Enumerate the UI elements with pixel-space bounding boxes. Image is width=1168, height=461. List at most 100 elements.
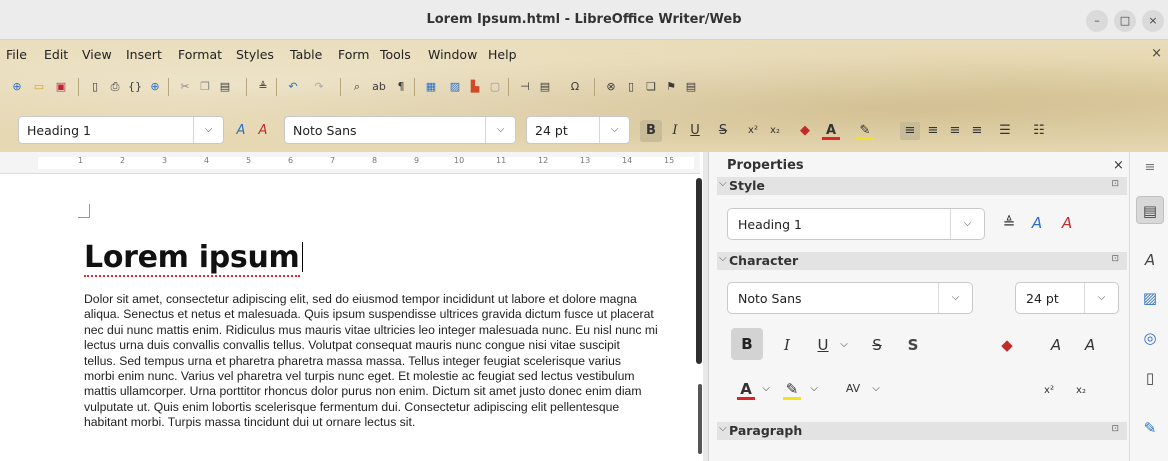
heading-text[interactable]: Lorem ipsum bbox=[84, 240, 300, 277]
more-options-icon[interactable]: ⊡ bbox=[1111, 424, 1119, 434]
sidebar-style-combo[interactable]: Heading 1 ⌵ bbox=[727, 208, 985, 240]
sidebar-font-name-combo[interactable]: Noto Sans ⌵ bbox=[727, 282, 973, 314]
chevron-down-icon[interactable]: ⌵ bbox=[599, 117, 629, 143]
clone-formatting-icon[interactable]: ≜ bbox=[254, 78, 272, 96]
highlight-color-icon[interactable]: ✎ bbox=[856, 122, 874, 140]
document-heading[interactable]: Lorem ipsum bbox=[84, 240, 303, 277]
clear-formatting-icon[interactable]: ◆ bbox=[997, 334, 1017, 356]
bold-button[interactable]: B bbox=[640, 120, 662, 142]
shrink-font-icon[interactable]: A bbox=[1081, 334, 1099, 356]
character-panel-header[interactable]: ⌵ Character ⊡ bbox=[717, 252, 1127, 270]
sidebar-shadow-button[interactable]: S bbox=[905, 334, 921, 356]
bullet-list-icon[interactable]: ☰ bbox=[994, 122, 1016, 140]
chevron-down-icon[interactable]: ⌵ bbox=[485, 117, 515, 143]
body-line[interactable]: morbi enim nunc. Varius vel pharetra vel… bbox=[84, 369, 696, 384]
strikethrough-button[interactable]: S bbox=[716, 122, 730, 140]
clone-style-icon[interactable]: ≜ bbox=[999, 212, 1019, 234]
chevron-down-icon[interactable]: ⌵ bbox=[837, 334, 851, 356]
menu-edit[interactable]: Edit bbox=[44, 47, 68, 62]
menu-format[interactable]: Format bbox=[178, 47, 222, 62]
redo-icon[interactable]: ↷ bbox=[310, 78, 328, 96]
hyperlink-icon[interactable]: ⊗ bbox=[602, 78, 620, 96]
clear-formatting-icon[interactable]: ◆ bbox=[796, 122, 814, 140]
numbered-list-icon[interactable]: ☷ bbox=[1028, 122, 1050, 140]
bookmark-flag-icon[interactable]: ⚑ bbox=[662, 78, 680, 96]
subscript-button[interactable]: x₂ bbox=[766, 122, 784, 140]
style-panel-header[interactable]: ⌵ Style ⊡ bbox=[717, 177, 1127, 195]
navigator-deck-icon[interactable]: ◎ bbox=[1136, 324, 1164, 352]
save-icon[interactable]: ▣ bbox=[52, 78, 70, 96]
menu-styles[interactable]: Styles bbox=[236, 47, 274, 62]
document-body[interactable]: Dolor sit amet, consectetur adipiscing e… bbox=[84, 292, 696, 461]
insert-textbox-icon[interactable]: ▢ bbox=[486, 78, 504, 96]
close-document-icon[interactable]: × bbox=[1151, 46, 1162, 61]
align-left-icon[interactable]: ≡ bbox=[900, 122, 920, 140]
body-line[interactable]: lectus urna duis convallis convallis tel… bbox=[84, 338, 696, 353]
insert-field-icon[interactable]: ▤ bbox=[536, 78, 554, 96]
font-color-icon[interactable]: A bbox=[822, 122, 840, 140]
menu-help[interactable]: Help bbox=[488, 47, 517, 62]
vertical-scrollbar[interactable] bbox=[696, 178, 702, 364]
copy-icon[interactable]: ❐ bbox=[196, 78, 214, 96]
sidebar-highlight-icon[interactable]: ✎ bbox=[783, 378, 801, 400]
more-options-icon[interactable]: ⊡ bbox=[1111, 179, 1119, 189]
horizontal-ruler[interactable]: 1 2 3 4 5 6 7 8 9 10 11 12 13 14 15 bbox=[0, 152, 700, 174]
font-name-combo[interactable]: Noto Sans ⌵ bbox=[284, 116, 516, 144]
sidebar-underline-button[interactable]: U bbox=[815, 334, 831, 356]
chevron-down-icon[interactable]: ⌵ bbox=[193, 117, 223, 143]
insert-chart-icon[interactable]: ▙ bbox=[466, 78, 484, 96]
paste-icon[interactable]: ▤ bbox=[216, 78, 234, 96]
superscript-button[interactable]: x² bbox=[744, 122, 762, 140]
menu-form[interactable]: Form bbox=[338, 47, 370, 62]
chevron-down-icon[interactable]: ⌵ bbox=[938, 283, 972, 313]
paragraph-style-combo[interactable]: Heading 1 ⌵ bbox=[18, 116, 224, 144]
chevron-down-icon[interactable]: ⌵ bbox=[1084, 283, 1118, 313]
sidebar-subscript-button[interactable]: x₂ bbox=[1071, 380, 1091, 402]
justify-icon[interactable]: ≡ bbox=[968, 122, 986, 140]
page-break-icon[interactable]: ⊣ bbox=[516, 78, 534, 96]
insert-table-icon[interactable]: ▦ bbox=[422, 78, 440, 96]
comment-icon[interactable]: ❏ bbox=[642, 78, 660, 96]
style-inspector-icon[interactable]: ✎ bbox=[1136, 414, 1164, 442]
body-line[interactable]: Dolor sit amet, consectetur adipiscing e… bbox=[84, 292, 696, 307]
print-icon[interactable]: ⎙ bbox=[106, 78, 124, 96]
underline-button[interactable]: U bbox=[688, 122, 702, 140]
update-style-icon[interactable]: A bbox=[232, 122, 250, 140]
menu-tools[interactable]: Tools bbox=[380, 47, 411, 62]
formatting-marks-icon[interactable]: ¶ bbox=[392, 78, 410, 96]
body-line[interactable]: mattis ullamcorper. Urna porttitor rhonc… bbox=[84, 384, 696, 399]
chevron-down-icon[interactable]: ⌵ bbox=[719, 178, 727, 189]
italic-button[interactable]: I bbox=[668, 122, 682, 140]
footnote-icon[interactable]: ▯ bbox=[622, 78, 640, 96]
html-source-icon[interactable]: {} bbox=[126, 78, 144, 96]
menu-window[interactable]: Window bbox=[428, 47, 477, 62]
spelling-icon[interactable]: ab bbox=[370, 78, 388, 96]
sidebar-font-size-combo[interactable]: 24 pt ⌵ bbox=[1015, 282, 1119, 314]
web-preview-icon[interactable]: ⊕ bbox=[146, 78, 164, 96]
close-window-button[interactable]: × bbox=[1142, 10, 1164, 32]
sidebar-settings-icon[interactable]: ≡ bbox=[1136, 154, 1164, 182]
gallery-deck-icon[interactable]: ▨ bbox=[1136, 284, 1164, 312]
sidebar-close-icon[interactable]: × bbox=[1113, 158, 1124, 173]
new-style-icon[interactable]: A bbox=[1057, 212, 1077, 234]
menu-file[interactable]: File bbox=[6, 47, 27, 62]
cut-icon[interactable]: ✂ bbox=[176, 78, 194, 96]
sidebar-bold-button[interactable]: B bbox=[731, 328, 763, 360]
align-right-icon[interactable]: ≡ bbox=[946, 122, 964, 140]
undo-icon[interactable]: ↶ bbox=[284, 78, 302, 96]
chevron-down-icon[interactable]: ⌵ bbox=[719, 423, 727, 434]
menu-view[interactable]: View bbox=[82, 47, 112, 62]
paragraph-panel-header[interactable]: ⌵ Paragraph ⊡ bbox=[717, 422, 1127, 440]
sidebar-strikethrough-button[interactable]: S bbox=[869, 334, 885, 356]
properties-deck-icon[interactable]: ▤ bbox=[1136, 196, 1164, 224]
menu-insert[interactable]: Insert bbox=[126, 47, 162, 62]
update-style-icon[interactable]: A bbox=[1027, 212, 1047, 234]
page-deck-icon[interactable]: ▯ bbox=[1136, 364, 1164, 392]
scrollbar-track[interactable] bbox=[698, 384, 702, 454]
menu-table[interactable]: Table bbox=[290, 47, 322, 62]
align-center-icon[interactable]: ≡ bbox=[924, 122, 942, 140]
more-options-icon[interactable]: ⊡ bbox=[1111, 254, 1119, 264]
grow-font-icon[interactable]: A bbox=[1047, 334, 1065, 356]
maximize-button[interactable]: □ bbox=[1114, 10, 1136, 32]
new-style-icon[interactable]: A bbox=[254, 122, 272, 140]
